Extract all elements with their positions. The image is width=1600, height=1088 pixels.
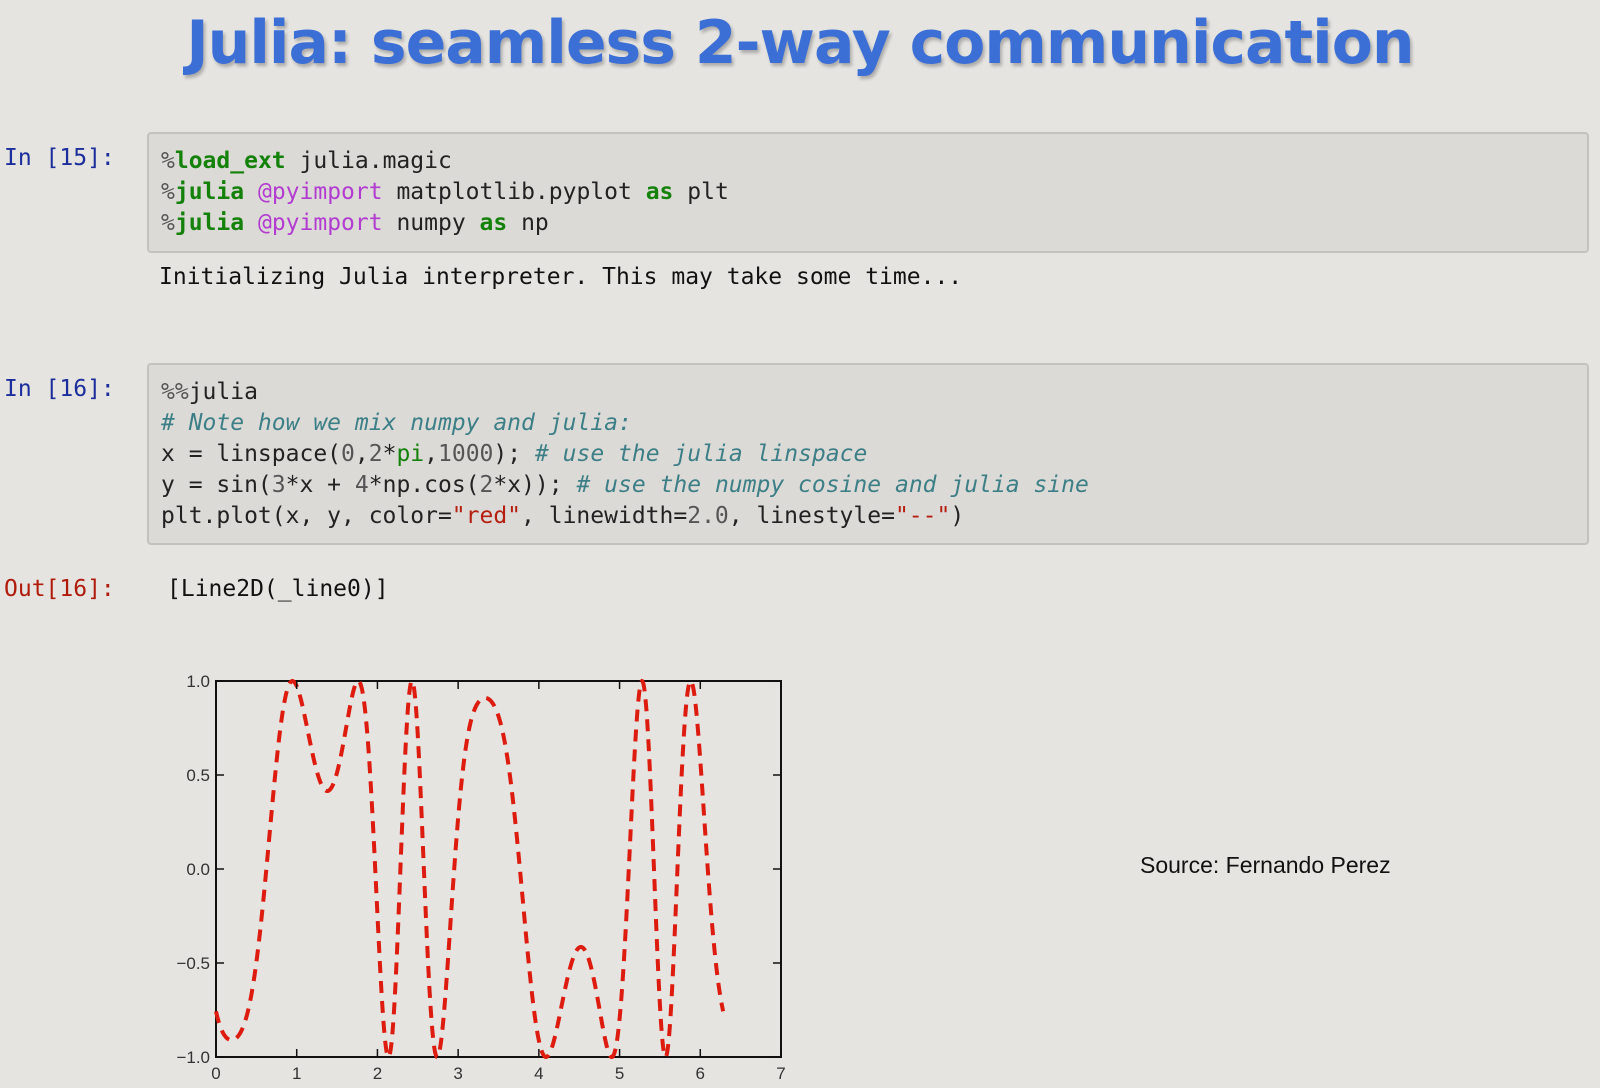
x-tick-label: 7 (776, 1064, 785, 1083)
x-tick-label: 0 (211, 1064, 220, 1083)
y-tick-label: −1.0 (176, 1048, 210, 1067)
x-tick-label: 4 (534, 1064, 543, 1083)
x-tick-label: 6 (696, 1064, 705, 1083)
source-credit: Source: Fernando Perez (1140, 852, 1391, 878)
x-tick-label: 1 (292, 1064, 301, 1083)
x-tick-label: 3 (453, 1064, 462, 1083)
plot-frame (215, 680, 782, 1058)
y-tick-label: −0.5 (176, 954, 210, 973)
output-plot: 0 1 2 3 4 5 6 7 1.0 0.5 0.0 −0.5 −1.0 (176, 672, 785, 1083)
y-tick-label: 0.5 (186, 766, 210, 785)
x-tick-label: 5 (615, 1064, 624, 1083)
x-tick-label: 2 (373, 1064, 382, 1083)
y-tick-label: 1.0 (186, 672, 210, 691)
y-tick-label: 0.0 (186, 860, 210, 879)
